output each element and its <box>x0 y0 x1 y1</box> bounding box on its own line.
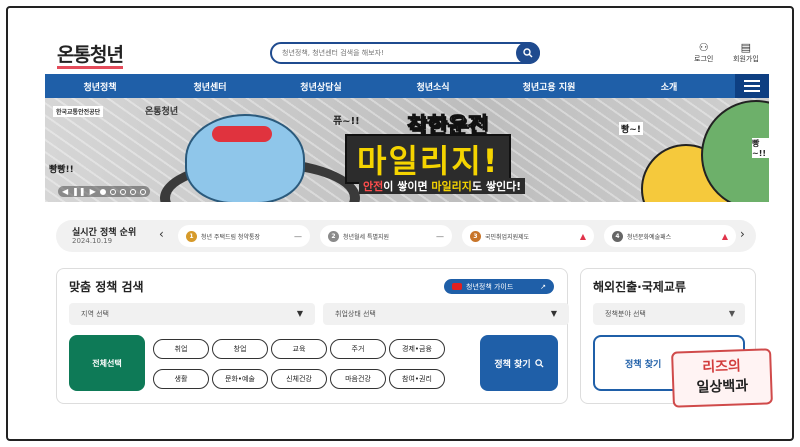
blog-watermark: 리즈의 일상백과 <box>671 348 773 408</box>
signup-label: 회원가입 <box>733 55 759 63</box>
ranking-item-label: 국민취업지원제도 <box>485 233 530 241</box>
external-link-icon: ↗ <box>540 282 546 291</box>
find-policy-label: 정책 찾기 <box>494 359 531 370</box>
ranking-item[interactable]: 1 청년 주택드림 청약통장 — <box>178 225 310 247</box>
ranking-item[interactable]: 3 국민취업지원제도 ▲ <box>462 225 594 247</box>
policy-field-select[interactable]: 정책분야 선택 ▼ <box>593 303 745 325</box>
overseas-find-label: 정책 찾기 <box>625 359 662 370</box>
ranking-item[interactable]: 4 청년문화예술패스 ▲ <box>604 225 736 247</box>
ranking-item-label: 청년문화예술패스 <box>627 233 672 241</box>
realtime-ranking: 실시간 정책 순위 2024.10.19 ‹ 1 청년 주택드림 청약통장 — … <box>56 220 756 252</box>
nav-item-policy[interactable]: 청년정책 <box>45 80 155 93</box>
search-input[interactable] <box>282 46 512 60</box>
slider-controls: ◀ ❚❚ ▶ <box>58 186 150 197</box>
nav-item-about[interactable]: 소개 <box>609 80 729 93</box>
ranking-item-label: 청년 주택드림 청약통장 <box>201 233 261 241</box>
select-all-button[interactable]: 전체선택 <box>69 335 145 391</box>
nav-item-counsel[interactable]: 청년상담실 <box>265 80 377 93</box>
slide-dot[interactable] <box>109 188 116 195</box>
trend-up-icon: ▲ <box>721 231 728 241</box>
banner-bubble: 빵~! <box>619 122 643 135</box>
caret-down-icon: ▼ <box>296 309 303 318</box>
slide-dot[interactable] <box>99 188 106 195</box>
search-button[interactable] <box>516 42 540 64</box>
signup-button[interactable]: ▤ 회원가입 <box>733 42 759 64</box>
policy-guide-button[interactable]: 청년정책 가이드 ↗ <box>444 279 554 294</box>
panel-title: 맞춤 정책 검색 <box>69 280 144 294</box>
ranking-date: 2024.10.19 <box>72 237 113 245</box>
banner-bubble: 빵~!! <box>752 138 769 158</box>
site-logo[interactable]: 온통청년 <box>57 40 124 69</box>
promo-banner[interactable]: 한국교통안전공단 온통청년 퓨~!! 빵빵!! 빵~! 빵~!! 착한운전 마일… <box>45 98 769 202</box>
watermark-line2: 일상백과 <box>696 378 749 396</box>
slide-dot[interactable] <box>119 188 126 195</box>
trend-icon: — <box>436 231 444 241</box>
find-policy-button[interactable]: 정책 찾기 <box>480 335 558 391</box>
ranking-item[interactable]: 2 청년월세 특별지원 — <box>320 225 452 247</box>
trend-up-icon: ▲ <box>579 231 586 241</box>
pause-icon[interactable]: ❚❚ <box>72 187 85 196</box>
search-icon <box>534 358 544 368</box>
panel-title: 해외진출·국제교류 <box>593 280 686 294</box>
rank-number: 3 <box>470 230 481 242</box>
caret-down-icon: ▼ <box>550 309 557 318</box>
nav-item-news[interactable]: 청년소식 <box>377 80 489 93</box>
mascot-illustration <box>185 114 305 202</box>
chevron-left-icon[interactable]: ‹ <box>159 227 164 241</box>
region-select[interactable]: 지역 선택 ▼ <box>69 303 315 325</box>
next-slide-icon[interactable]: ▶ <box>90 187 96 196</box>
banner-bubble: 빵빵!! <box>49 165 74 175</box>
category-chip[interactable]: 신체건강 <box>271 369 327 389</box>
banner-bubble: 퓨~!! <box>333 116 360 127</box>
banner-partner-logo: 한국교통안전공단 <box>53 106 104 117</box>
category-chip[interactable]: 주거 <box>330 339 386 359</box>
caret-down-icon: ▼ <box>728 309 735 318</box>
slide-dot[interactable] <box>139 188 146 195</box>
rank-number: 2 <box>328 230 339 242</box>
custom-policy-search: 맞춤 정책 검색 청년정책 가이드 ↗ 지역 선택 ▼ 취업상태 선택 ▼ 전체… <box>56 268 569 404</box>
category-chip[interactable]: 경제•금융 <box>389 339 445 359</box>
category-chip[interactable]: 문화•예술 <box>212 369 268 389</box>
category-chip[interactable]: 취업 <box>153 339 209 359</box>
document-icon: ▤ <box>740 41 752 54</box>
nav-item-center[interactable]: 청년센터 <box>155 80 265 93</box>
ranking-item-label: 청년월세 특별지원 <box>343 233 390 241</box>
login-button[interactable]: ⚇ 로그인 <box>694 42 713 64</box>
banner-subtitle: 안전이 쌓이면 마일리지도 쌓인다! <box>359 178 526 194</box>
employment-status-select[interactable]: 취업상태 선택 ▼ <box>323 303 569 325</box>
category-chip[interactable]: 교육 <box>271 339 327 359</box>
field-select-value: 정책분야 선택 <box>605 310 646 318</box>
banner-headline-main: 마일리지! <box>357 142 500 180</box>
region-select-value: 지역 선택 <box>81 310 109 318</box>
guide-label: 청년정책 가이드 <box>466 282 514 291</box>
slide-dot[interactable] <box>129 188 136 195</box>
login-label: 로그인 <box>694 55 714 63</box>
trend-icon: — <box>294 231 302 241</box>
rank-number: 1 <box>186 230 197 242</box>
user-icon: ⚇ <box>698 41 709 54</box>
hamburger-menu-icon[interactable] <box>735 74 769 98</box>
category-chip[interactable]: 생활 <box>153 369 209 389</box>
status-select-value: 취업상태 선택 <box>335 310 376 318</box>
search-bar <box>270 42 540 64</box>
banner-headline-box: 마일리지! <box>345 134 512 184</box>
category-chip[interactable]: 마음건강 <box>330 369 386 389</box>
chevron-right-icon[interactable]: › <box>740 227 745 241</box>
youtube-icon <box>452 283 462 290</box>
search-icon <box>523 48 533 58</box>
banner-site-logo: 온통청년 <box>145 107 179 117</box>
main-nav: 청년정책 청년센터 청년상담실 청년소식 청년고용 지원 소개 <box>45 74 769 98</box>
rank-number: 4 <box>612 230 623 242</box>
category-chip[interactable]: 창업 <box>212 339 268 359</box>
category-chip[interactable]: 참여•권리 <box>389 369 445 389</box>
prev-slide-icon[interactable]: ◀ <box>62 187 68 196</box>
nav-item-employment[interactable]: 청년고용 지원 <box>489 80 609 93</box>
